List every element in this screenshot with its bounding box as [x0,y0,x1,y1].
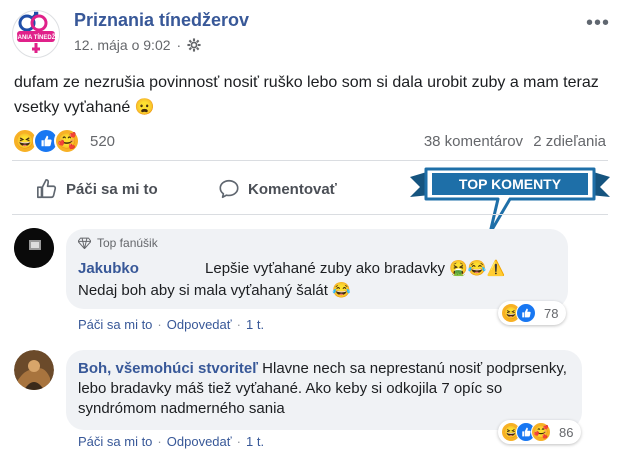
comment-bubble: Top fanúšik Jakubko Lepšie vyťahané zuby… [66,229,568,309]
comment-text-line1: Jakubko Lepšie vyťahané zuby ako bradavk… [78,259,505,279]
logo-text: PRIZNANIA TÍNEDŽEROV [13,33,59,41]
top-fan-badge: Top fanúšik [78,236,158,250]
comment-reactions[interactable]: 😆 78 [498,301,567,325]
post-text: dufam ze nezrušia povinnosť nosiť ruško … [14,74,599,116]
comment-button-label: Komentovať [248,180,337,198]
post-date[interactable]: 12. mája o 9:02 [74,37,171,53]
more-options-icon[interactable]: ••• [586,12,610,35]
comment-text: Boh, všemohúci stvoriteľ Hlavne nech sa … [78,359,578,419]
comment-reaction-count: 86 [559,424,574,440]
page-avatar[interactable]: PRIZNANIA TÍNEDŽEROV [12,10,60,58]
comment-like-link[interactable]: Páči sa mi to [78,317,152,332]
shares-count[interactable]: 2 zdieľania [533,133,606,150]
thumbs-up-icon [37,179,57,199]
comment-like-link[interactable]: Páči sa mi to [78,434,152,449]
dot-separator: · [157,317,162,332]
comment-author[interactable]: Boh, všemohúci stvoriteľ [78,360,258,377]
care-reaction-icon: 🥰 [531,422,551,442]
page-name[interactable]: Priznania tínedžerov [74,10,249,31]
dot-separator: · [236,317,241,332]
dot-separator: · [157,434,162,449]
comments-count[interactable]: 38 komentárov [424,133,523,150]
gear-icon [187,38,201,52]
post-reactions[interactable]: 😆 🥰 [12,128,80,154]
comment-author[interactable]: Jakubko [78,260,139,277]
commenter-avatar[interactable] [14,228,54,268]
diamond-icon [78,237,91,249]
comment-reaction-count: 78 [544,305,559,321]
avatar-image [14,228,54,268]
comment-actions: Páči sa mi to · Odpovedať · 1 t. [78,434,264,449]
top-fan-label: Top fanúšik [97,236,158,250]
comment-icon [219,179,239,199]
comment-reply-link[interactable]: Odpovedať [167,317,232,332]
comment-time[interactable]: 1 t. [246,317,264,332]
dot-separator: · [176,37,182,53]
comment-reply-link[interactable]: Odpovedať [167,434,232,449]
post-stats: 38 komentárov 2 zdieľania [424,133,606,150]
reaction-count[interactable]: 520 [90,133,115,150]
care-reaction-icon: 🥰 [54,128,80,154]
comment-bubble: Boh, všemohúci stvoriteľ Hlavne nech sa … [66,350,582,430]
commenter-avatar[interactable] [14,350,54,390]
top-comments-label: TOP KOMENTY [459,176,562,192]
comment-text: Lepšie vyťahané zuby ako bradavky 🤮😂⚠️ [205,260,506,277]
avatar-image [14,350,54,390]
comment-actions: Páči sa mi to · Odpovedať · 1 t. [78,317,264,332]
comment-time[interactable]: 1 t. [246,434,264,449]
like-button-label: Páči sa mi to [66,180,158,198]
comment-reactions[interactable]: 😆 🥰 86 [498,420,582,444]
like-reaction-icon [516,303,536,323]
post-meta: 12. mája o 9:02 · [74,37,201,53]
divider [12,214,608,215]
dot-separator: · [236,434,241,449]
comment-button[interactable]: Komentovať [218,178,337,200]
comment-text-line2: Nedaj boh aby si mala vyťahaný šalát 😂 [78,282,351,299]
like-button[interactable]: Páči sa mi to [36,178,158,200]
page-logo: PRIZNANIA TÍNEDŽEROV [13,11,59,55]
